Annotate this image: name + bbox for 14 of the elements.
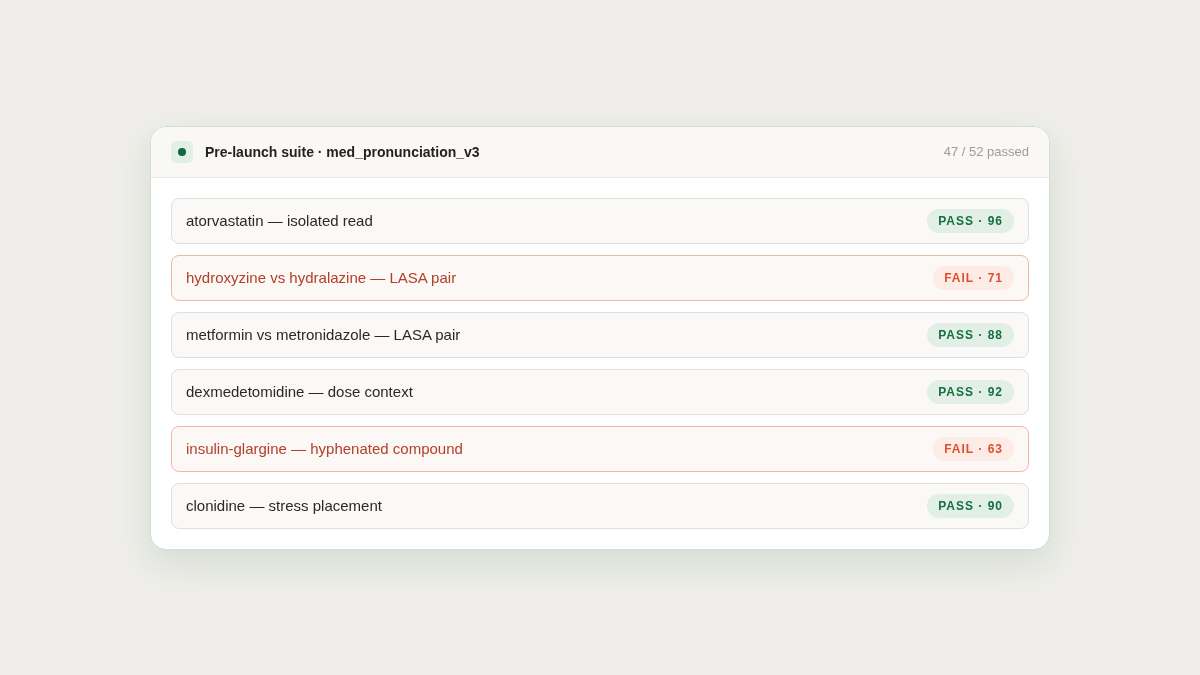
result-badge: FAIL · 63 [933, 436, 1014, 461]
test-name: atorvastatin — isolated read [186, 212, 373, 229]
result-badge: FAIL · 71 [933, 265, 1014, 290]
result-badge: PASS · 96 [927, 208, 1014, 233]
test-name: insulin-glargine — hyphenated compound [186, 440, 463, 457]
pass-count: 47 / 52 passed [943, 144, 1029, 159]
test-name: clonidine — stress placement [186, 497, 382, 514]
result-badge: PASS · 90 [927, 493, 1014, 518]
suite-title: Pre-launch suite · med_pronunciation_v3 [205, 143, 480, 160]
result-badge: PASS · 88 [927, 322, 1014, 347]
test-name: hydroxyzine vs hydralazine — LASA pair [186, 269, 457, 286]
test-name: dexmedetomidine — dose context [186, 383, 413, 400]
result-badge: PASS · 92 [927, 379, 1014, 404]
test-name: metformin vs metronidazole — LASA pair [186, 326, 461, 343]
